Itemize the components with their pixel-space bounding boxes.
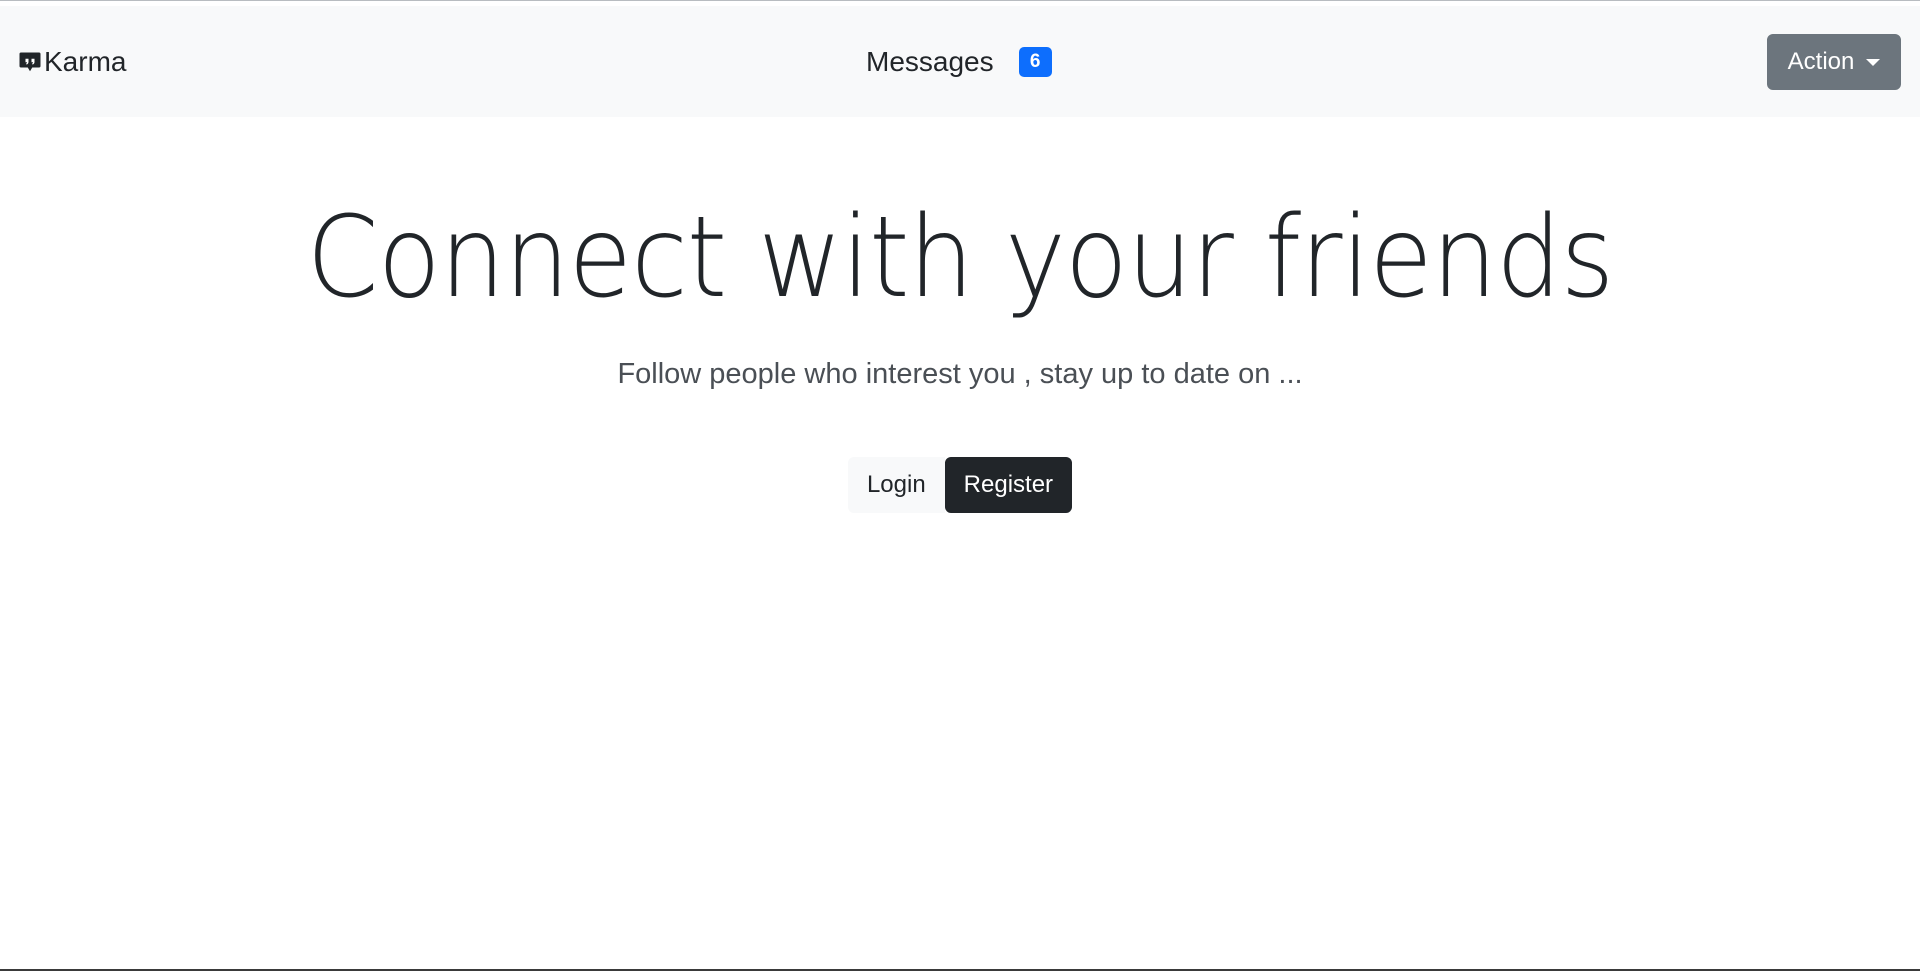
messages-link[interactable]: Messages 6 — [866, 46, 1052, 78]
hero-subtitle: Follow people who interest you , stay up… — [617, 358, 1303, 391]
brand-link[interactable]: Karma — [18, 46, 126, 78]
page: Karma Messages 6 Action Connect with you… — [0, 0, 1920, 971]
messages-count-badge: 6 — [1018, 46, 1052, 77]
chat-quote-icon — [18, 50, 42, 74]
navbar: Karma Messages 6 Action — [0, 6, 1920, 117]
caret-down-icon — [1866, 59, 1881, 66]
login-button[interactable]: Login — [847, 457, 945, 514]
messages-label: Messages — [866, 45, 994, 77]
brand-label: Karma — [44, 45, 127, 77]
register-button[interactable]: Register — [944, 457, 1073, 514]
hero: Connect with your friends Follow people … — [0, 117, 1920, 514]
hero-title: Connect with your friends — [306, 193, 1615, 323]
action-dropdown-button[interactable]: Action — [1767, 33, 1901, 90]
action-label: Action — [1787, 47, 1855, 75]
auth-button-group: Login Register — [847, 457, 1073, 514]
